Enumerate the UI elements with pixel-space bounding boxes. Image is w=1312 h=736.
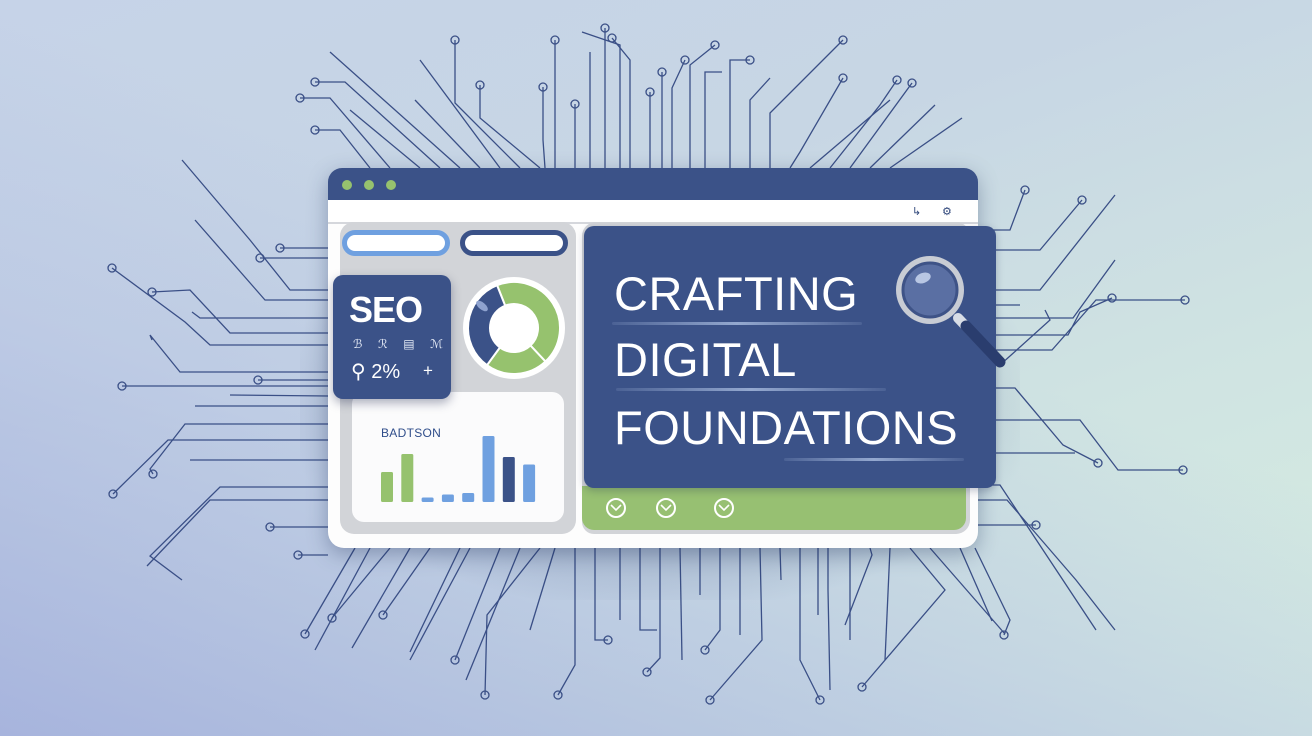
circuit-trace: [809, 99, 891, 169]
bar-chart-card: BADTSON: [352, 392, 564, 522]
divider: [612, 322, 862, 325]
circuit-trace: [581, 31, 621, 168]
settings-icon[interactable]: ⚙: [942, 205, 952, 218]
chevron-down-icon: [660, 504, 672, 512]
search-pill-dark[interactable]: [460, 230, 568, 256]
seo-stat-value: 2%: [371, 361, 401, 383]
circuit-trace: [704, 71, 722, 168]
circuit-trace: [454, 40, 521, 169]
chevron-down-icon: [610, 504, 622, 512]
circuit-trace: [671, 59, 686, 168]
circuit-trace: [749, 77, 771, 168]
seo-metric-icon: ▤: [403, 337, 415, 351]
search-pill-light[interactable]: [342, 230, 450, 256]
circuit-trace: [729, 59, 750, 168]
chevron-down-button[interactable]: [714, 498, 734, 518]
window-dot-maximize[interactable]: [386, 180, 396, 190]
bar: [502, 457, 515, 502]
bar: [421, 497, 434, 502]
seo-icon-row: ℬ ℛ ▤ ℳ: [353, 337, 443, 351]
bar-chart: [381, 436, 536, 502]
window-titlebar: [328, 168, 978, 200]
window-dot-close[interactable]: [342, 180, 352, 190]
circuit-trace: [611, 37, 631, 168]
seo-metric-icon: ℛ: [378, 337, 388, 351]
circuit-trace: [112, 439, 328, 495]
person-icon: ⚲: [351, 361, 366, 383]
address-bar[interactable]: [328, 200, 978, 224]
bar: [441, 494, 454, 502]
chevron-down-button[interactable]: [606, 498, 626, 518]
circuit-trace: [479, 85, 541, 169]
share-icon[interactable]: ↳: [912, 205, 921, 218]
circuit-trace: [789, 77, 844, 169]
bar: [381, 472, 393, 502]
circuit-trace: [414, 99, 481, 169]
hero-title-line-2: DIGITAL: [614, 333, 797, 386]
circuit-trace: [689, 44, 716, 168]
circuit-trace: [889, 117, 963, 169]
footer-action-bar: [582, 486, 966, 530]
divider: [616, 388, 886, 391]
donut-chart: [463, 277, 565, 379]
seo-card: SEO ℬ ℛ ▤ ℳ ⚲ 2% +: [333, 275, 451, 399]
chevron-down-icon: [718, 504, 730, 512]
chevron-down-button[interactable]: [656, 498, 676, 518]
hero-title-line-1: CRAFTING: [614, 267, 859, 320]
window-dot-minimize[interactable]: [364, 180, 374, 190]
hero-title-line-3: FOUNDATIONS: [614, 401, 959, 454]
divider: [784, 458, 964, 461]
add-icon[interactable]: +: [423, 361, 433, 381]
circuit-trace: [419, 59, 501, 169]
circuit-trace: [329, 51, 461, 169]
circuit-trace: [829, 79, 898, 169]
bar: [401, 454, 414, 502]
seo-title: SEO: [349, 289, 423, 330]
seo-metric-icon: ℬ: [353, 337, 363, 351]
circuit-trace: [542, 87, 546, 169]
bar: [482, 436, 495, 502]
bar: [523, 464, 536, 502]
seo-metric-icon: ℳ: [430, 337, 443, 351]
magnifying-glass-icon: [896, 256, 1006, 368]
seo-stat: ⚲ 2%: [351, 359, 400, 384]
bar: [462, 493, 475, 502]
